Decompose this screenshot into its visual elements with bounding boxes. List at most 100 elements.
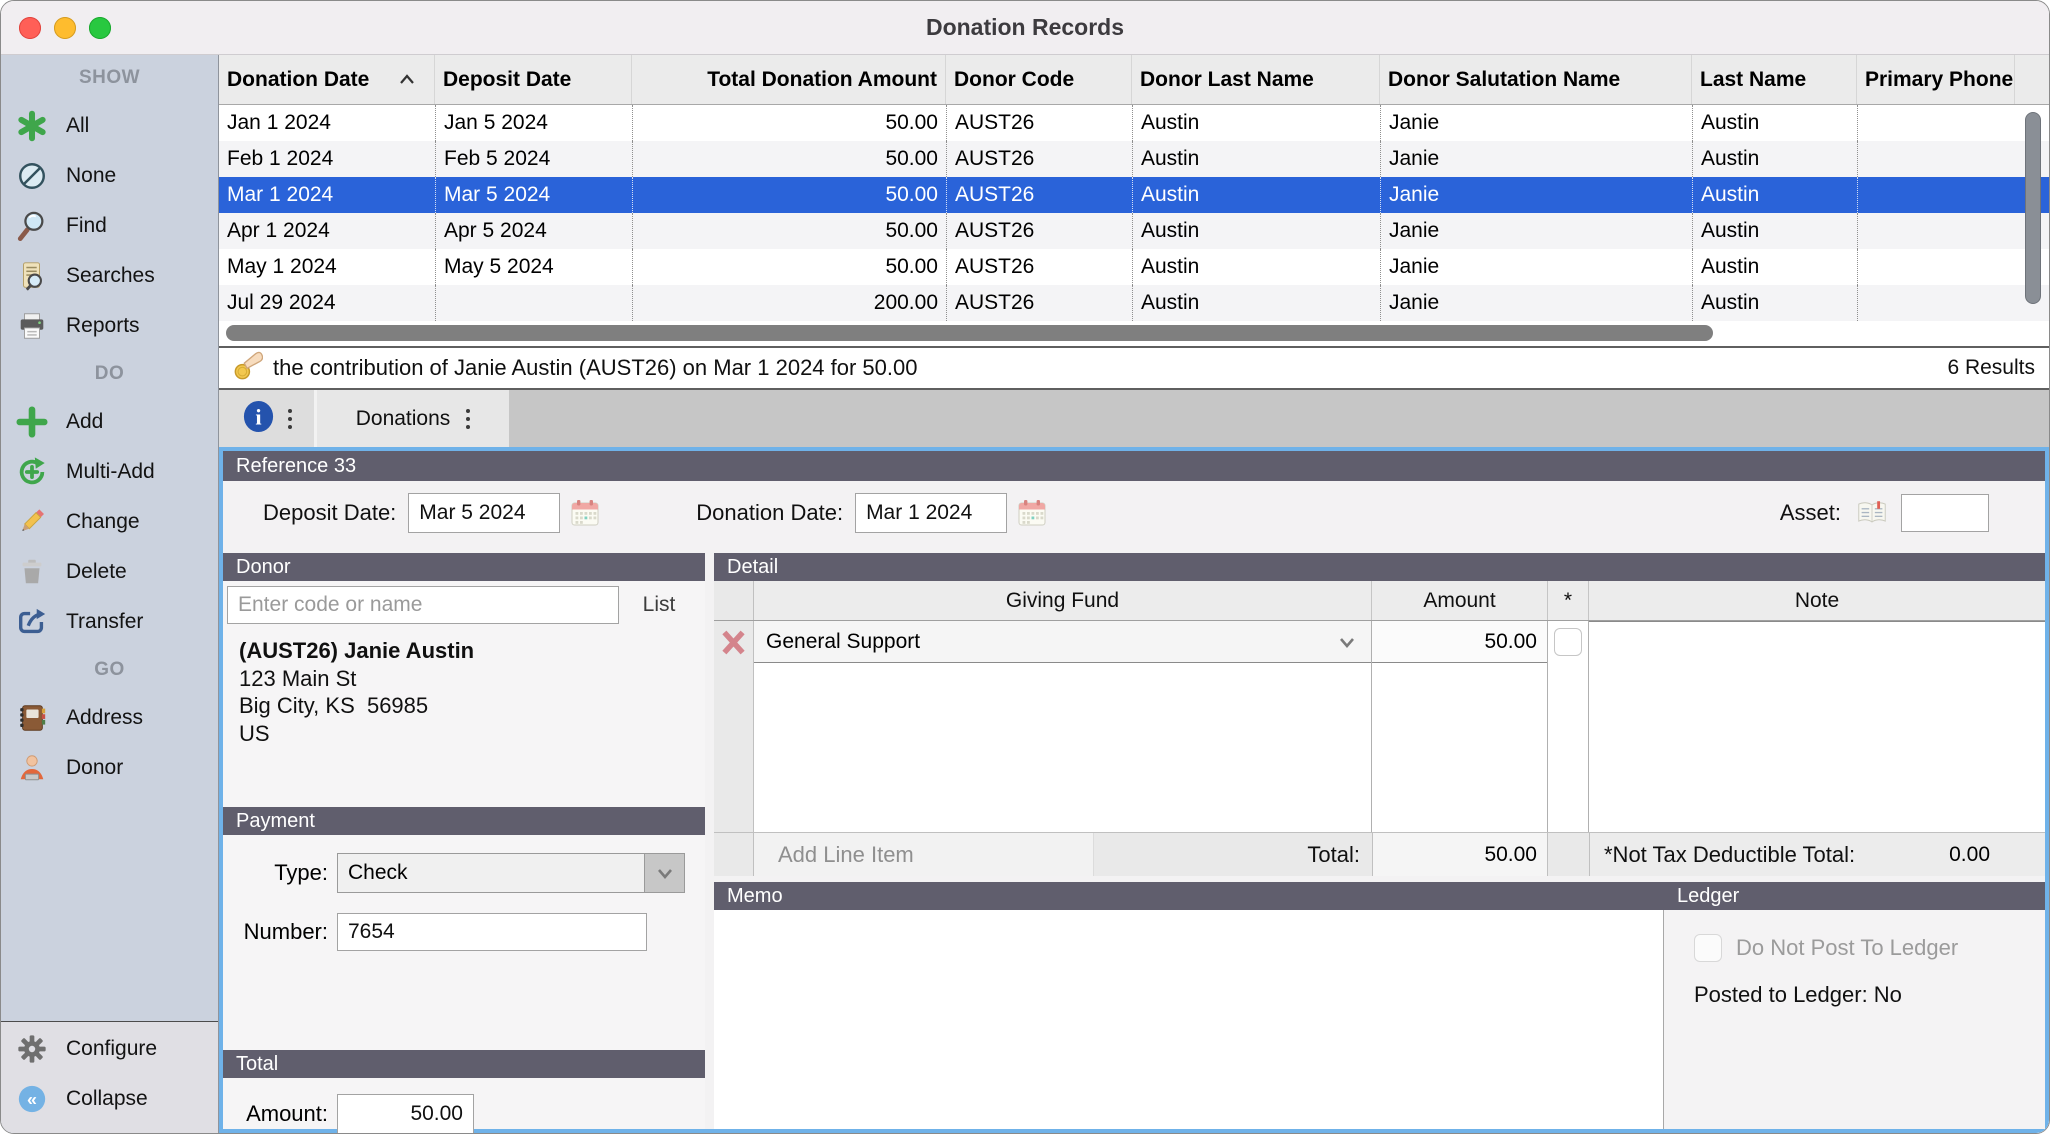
amount-column-header: Amount (1372, 581, 1548, 620)
table-cell: AUST26 (946, 105, 1132, 141)
sidebar-item-searches[interactable]: Searches (1, 251, 218, 301)
table-cell: Austin (1692, 249, 1857, 285)
table-row[interactable]: May 1 2024May 5 202450.00AUST26AustinJan… (219, 249, 2049, 285)
donor-list-button[interactable]: List (619, 592, 699, 618)
close-window-button[interactable] (19, 17, 41, 39)
horizontal-scrollbar-thumb[interactable] (226, 325, 1713, 341)
column-header-donation-date[interactable]: Donation Date (219, 55, 435, 104)
table-row[interactable]: Apr 1 2024Apr 5 202450.00AUST26AustinJan… (219, 213, 2049, 249)
tab-options-icon[interactable] (288, 409, 292, 429)
info-icon: i (241, 399, 276, 439)
line-item-amount[interactable]: 50.00 (1372, 621, 1547, 663)
results-count: 6 Results (1947, 356, 2035, 380)
table-cell: Jan 1 2024 (219, 105, 435, 141)
donation-date-input[interactable] (855, 493, 1007, 533)
sidebar-item-transfer[interactable]: Transfer (1, 597, 218, 647)
table-cell: AUST26 (946, 213, 1132, 249)
title-bar: Donation Records (1, 1, 2049, 55)
status-text: the contribution of Janie Austin (AUST26… (273, 355, 918, 381)
memo-section-header: Memo (714, 882, 1664, 910)
deposit-date-calendar-icon[interactable] (570, 498, 600, 528)
deposit-date-label: Deposit Date: (263, 500, 396, 526)
asset-book-icon[interactable] (1855, 500, 1889, 527)
tab-info[interactable]: i (219, 390, 317, 447)
donor-section-header: Donor (223, 553, 705, 581)
deposit-date-input[interactable] (408, 493, 560, 533)
sidebar-item-all[interactable]: All (1, 101, 218, 151)
total-amount-input[interactable] (337, 1094, 474, 1134)
sidebar-item-delete[interactable]: Delete (1, 547, 218, 597)
column-header-donor-salutation-name[interactable]: Donor Salutation Name (1380, 55, 1692, 104)
do-not-post-checkbox[interactable] (1694, 934, 1722, 962)
donor-code-input[interactable] (227, 586, 619, 624)
sidebar-item-none[interactable]: None (1, 151, 218, 201)
line-item-note[interactable] (1589, 621, 2045, 832)
column-header-label: Donation Date (227, 68, 369, 92)
table-cell: Apr 5 2024 (435, 213, 632, 249)
table-row[interactable]: Jul 29 2024200.00AUST26AustinJanieAustin (219, 285, 2049, 321)
minimize-window-button[interactable] (54, 17, 76, 39)
payment-number-input[interactable] (337, 913, 647, 951)
table-row[interactable]: Mar 1 2024Mar 5 202450.00AUST26AustinJan… (219, 177, 2049, 213)
column-header-last-name[interactable]: Last Name (1692, 55, 1857, 104)
payment-type-select[interactable]: Check (337, 853, 685, 893)
sidebar-item-add[interactable]: Add (1, 397, 218, 447)
table-row[interactable]: Jan 1 2024Jan 5 202450.00AUST26AustinJan… (219, 105, 2049, 141)
sidebar-item-label: All (66, 114, 89, 138)
pencil-icon (14, 506, 50, 538)
sidebar-item-configure[interactable]: Configure (1, 1024, 218, 1074)
sidebar-item-label: Donor (66, 756, 123, 780)
detail-total-label: Total: (1094, 842, 1372, 868)
sidebar-item-label: Delete (66, 560, 127, 584)
table-cell: Austin (1692, 213, 1857, 249)
asset-label: Asset: (1780, 500, 1841, 526)
column-header-label: Donor Salutation Name (1388, 68, 1620, 92)
total-section-header: Total (223, 1050, 705, 1078)
table-cell: Apr 1 2024 (219, 213, 435, 249)
sidebar-item-reports[interactable]: Reports (1, 301, 218, 351)
table-cell (1857, 213, 2015, 249)
column-header-label: Primary Phone (1865, 68, 2013, 92)
table-cell: Austin (1692, 141, 1857, 177)
column-header-donor-code[interactable]: Donor Code (946, 55, 1132, 104)
sidebar-section-label-show: SHOW (1, 55, 218, 101)
tab-options-icon[interactable] (466, 409, 470, 429)
ntd-total-cell: *Not Tax Deductible Total: 0.00 (1589, 833, 2045, 876)
table-cell: Austin (1692, 285, 1857, 321)
person-icon (14, 752, 50, 784)
donation-date-calendar-icon[interactable] (1017, 498, 1047, 528)
column-header-deposit-date[interactable]: Deposit Date (435, 55, 632, 104)
app-window: Donation Records SHOW All NoneFindSearches… (0, 0, 2050, 1134)
donor-section: List (AUST26) Janie Austin 123 Main St B… (223, 581, 705, 807)
tab-donations[interactable]: Donations (317, 390, 509, 447)
column-header-total-donation-amount[interactable]: Total Donation Amount (632, 55, 946, 104)
sidebar-item-multi-add[interactable]: Multi-Add (1, 447, 218, 497)
table-cell: 50.00 (632, 177, 946, 213)
sidebar-item-label: Reports (66, 314, 140, 338)
do-not-post-label: Do Not Post To Ledger (1736, 935, 1958, 961)
table-row[interactable]: Feb 1 2024Feb 5 202450.00AUST26AustinJan… (219, 141, 2049, 177)
column-header-primary-phone[interactable]: Primary Phone (1857, 55, 2015, 104)
vertical-scrollbar[interactable] (2018, 106, 2048, 322)
sidebar-item-address[interactable]: Address (1, 693, 218, 743)
giving-fund-value: General Support (766, 630, 1329, 654)
table-cell: Austin (1132, 141, 1380, 177)
vertical-scrollbar-thumb[interactable] (2025, 112, 2041, 304)
zoom-window-button[interactable] (89, 17, 111, 39)
horizontal-scrollbar[interactable] (219, 321, 2049, 346)
donor-address-line: Big City, KS 56985 (239, 692, 689, 720)
ledger-section-header: Ledger (1664, 882, 2045, 910)
not-tax-deductible-checkbox[interactable] (1554, 628, 1582, 656)
asset-input[interactable] (1901, 494, 1989, 532)
sidebar-item-collapse[interactable]: «Collapse (1, 1074, 218, 1124)
sidebar-item-change[interactable]: Change (1, 497, 218, 547)
add-line-item-button[interactable]: Add Line Item (754, 833, 1094, 876)
column-header-donor-last-name[interactable]: Donor Last Name (1132, 55, 1380, 104)
window-title: Donation Records (926, 14, 1124, 41)
sidebar-item-donor[interactable]: Donor (1, 743, 218, 793)
giving-fund-select[interactable]: General Support (754, 621, 1371, 663)
delete-line-item-icon[interactable] (718, 627, 749, 832)
sidebar-item-find[interactable]: Find (1, 201, 218, 251)
memo-input-area[interactable] (714, 910, 1664, 1129)
donor-info: (AUST26) Janie Austin 123 Main St Big Ci… (223, 629, 705, 755)
